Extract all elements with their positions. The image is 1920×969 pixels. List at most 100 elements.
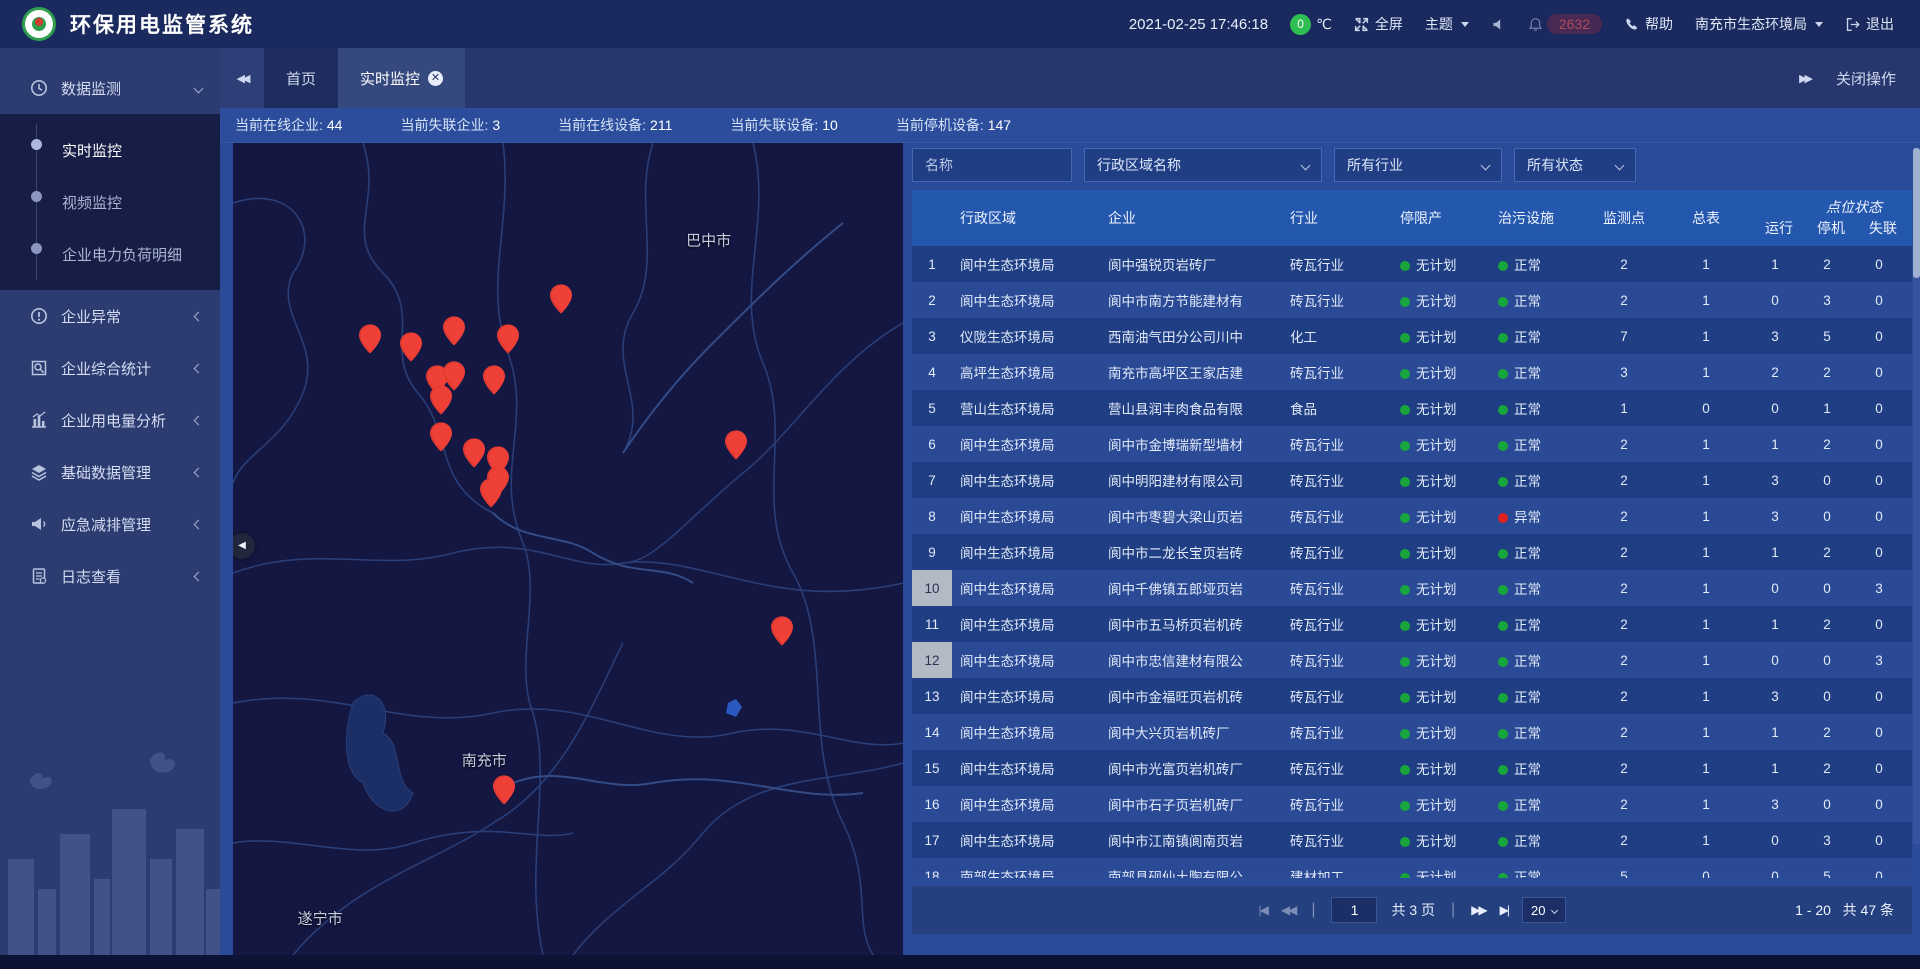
row-industry: 砖瓦行业	[1282, 434, 1392, 454]
sidebar-group[interactable]: 企业综合统计	[0, 342, 220, 394]
status-dot-green	[1400, 333, 1410, 343]
row-run: 0	[1748, 653, 1802, 668]
table-row[interactable]: 5 营山生态环境局 营山县润丰肉食品有限 食品 无计划 正常 1 0 0 1 0	[912, 390, 1912, 426]
tabs-scroll-left-button[interactable]: ◀◀	[220, 48, 264, 108]
map-pin-icon[interactable]	[430, 385, 452, 415]
row-run: 1	[1748, 437, 1802, 452]
row-lost: 0	[1852, 329, 1906, 344]
table-row[interactable]: 12 阆中生态环境局 阆中市忠信建材有限公 砖瓦行业 无计划 正常 2 1 0 …	[912, 642, 1912, 678]
sidebar-group[interactable]: 基础数据管理	[0, 446, 220, 498]
page-number-input[interactable]	[1331, 897, 1377, 923]
map-pin-icon[interactable]	[493, 775, 515, 805]
table-row[interactable]: 15 阆中生态环境局 阆中市光富页岩机砖厂 砖瓦行业 无计划 正常 2 1 1 …	[912, 750, 1912, 786]
last-page-button[interactable]: ▶|	[1500, 903, 1508, 917]
name-filter[interactable]	[912, 148, 1072, 182]
row-region: 阆中生态环境局	[952, 434, 1100, 454]
table-row[interactable]: 1 阆中生态环境局 阆中强锐页岩砖厂 砖瓦行业 无计划 正常 2 1 1 2 0	[912, 246, 1912, 282]
sidebar-group[interactable]: 企业异常	[0, 290, 220, 342]
scrollbar-thumb[interactable]	[1913, 148, 1920, 278]
table-row[interactable]: 7 阆中生态环境局 阆中明阳建材有限公司 砖瓦行业 无计划 正常 2 1 3 0…	[912, 462, 1912, 498]
row-stopped: 5	[1802, 869, 1852, 879]
table-row[interactable]: 6 阆中生态环境局 阆中市金博瑞新型墙材 砖瓦行业 无计划 正常 2 1 1 2…	[912, 426, 1912, 462]
row-stopped: 2	[1802, 437, 1852, 452]
table-row[interactable]: 4 高坪生态环境局 南充市高坪区王家店建 砖瓦行业 无计划 正常 3 1 2 2…	[912, 354, 1912, 390]
tab[interactable]: 首页 ✕	[264, 48, 338, 108]
status-dot-green	[1400, 729, 1410, 739]
tabs-scroll-right-button[interactable]: ▶▶	[1799, 72, 1810, 85]
table-row[interactable]: 9 阆中生态环境局 阆中市二龙长宝页岩砖 砖瓦行业 无计划 正常 2 1 1 2…	[912, 534, 1912, 570]
row-meter: 1	[1664, 293, 1748, 308]
sidebar-subitem[interactable]: 实时监控	[0, 124, 220, 176]
row-index: 12	[912, 642, 952, 678]
first-page-button[interactable]: |◀	[1258, 903, 1266, 917]
row-monitor: 2	[1584, 437, 1664, 452]
table-row[interactable]: 11 阆中生态环境局 阆中市五马桥页岩机砖 砖瓦行业 无计划 正常 2 1 1 …	[912, 606, 1912, 642]
page-size-select[interactable]: 20	[1522, 897, 1565, 923]
map-panel[interactable]: 巴中市南充市遂宁市 ◀	[233, 143, 903, 955]
map-pin-icon[interactable]	[725, 430, 747, 460]
notifications-button[interactable]: 2632	[1528, 14, 1602, 34]
status-dot	[1498, 333, 1508, 343]
table-row[interactable]: 16 阆中生态环境局 阆中市石子页岩机砖厂 砖瓦行业 无计划 正常 2 1 3 …	[912, 786, 1912, 822]
table-scrollbar[interactable]	[1913, 148, 1920, 844]
map-pin-icon[interactable]	[550, 284, 572, 314]
sidebar-subitem[interactable]: 企业电力负荷明细	[0, 228, 220, 280]
col-stop: 停限产	[1392, 190, 1490, 246]
map-pin-icon[interactable]	[483, 365, 505, 395]
chevron-down-icon	[1615, 160, 1625, 170]
map-pin-icon[interactable]	[771, 616, 793, 646]
prev-page-button[interactable]: ◀◀	[1281, 903, 1295, 917]
sidebar-group[interactable]: 企业用电量分析	[0, 394, 220, 446]
sidebar-group[interactable]: 应急减排管理	[0, 498, 220, 550]
row-index: 8	[912, 498, 952, 534]
theme-dropdown[interactable]: 主题	[1425, 14, 1469, 34]
sidebar-group[interactable]: 数据监测	[0, 62, 220, 114]
next-page-button[interactable]: ▶▶	[1471, 903, 1485, 917]
status-dot	[1498, 729, 1508, 739]
table-row[interactable]: 13 阆中生态环境局 阆中市金福旺页岩机砖 砖瓦行业 无计划 正常 2 1 3 …	[912, 678, 1912, 714]
map-pin-icon[interactable]	[480, 478, 502, 508]
row-company: 阆中明阳建材有限公司	[1100, 470, 1282, 490]
row-stop: 无计划	[1392, 686, 1490, 706]
tab-label: 实时监控	[360, 68, 420, 89]
map-pin-icon[interactable]	[497, 324, 519, 354]
filter-bar: 行政区域名称 所有行业 所有状态	[912, 148, 1912, 182]
chevron-icon	[194, 571, 204, 581]
table-row[interactable]: 10 阆中生态环境局 阆中千佛镇五郎垭页岩 砖瓦行业 无计划 正常 2 1 0 …	[912, 570, 1912, 606]
sidebar-group[interactable]: 日志查看	[0, 550, 220, 602]
map-pin-icon[interactable]	[443, 316, 465, 346]
map-pin-icon[interactable]	[463, 438, 485, 468]
name-filter-input[interactable]	[925, 157, 1059, 173]
map-pin-icon[interactable]	[430, 422, 452, 452]
map-pin-icon[interactable]	[359, 324, 381, 354]
status-filter-select[interactable]: 所有状态	[1514, 148, 1636, 182]
sidebar-group-label: 数据监测	[61, 78, 121, 99]
table-row[interactable]: 18 南部生态环境局 南部县砚仙土陶有限公 建材加工 无计划 正常 5 0 0 …	[912, 858, 1912, 878]
logout-button[interactable]: 退出	[1845, 14, 1894, 34]
mute-button[interactable]	[1491, 17, 1506, 32]
table-row[interactable]: 17 阆中生态环境局 阆中市江南镇阆南页岩 砖瓦行业 无计划 正常 2 1 0 …	[912, 822, 1912, 858]
org-dropdown[interactable]: 南充市生态环境局	[1695, 14, 1823, 34]
help-button[interactable]: 帮助	[1624, 14, 1673, 34]
tab[interactable]: 实时监控 ✕	[338, 48, 465, 108]
sidebar-subitem[interactable]: 视频监控	[0, 176, 220, 228]
fullscreen-button[interactable]: 全屏	[1354, 14, 1403, 34]
row-industry: 砖瓦行业	[1282, 686, 1392, 706]
tab-close-icon[interactable]: ✕	[428, 71, 443, 86]
industry-filter-select[interactable]: 所有行业	[1334, 148, 1502, 182]
region-filter-select[interactable]: 行政区域名称	[1084, 148, 1322, 182]
datetime-label: 2021-02-25 17:46:18	[1129, 16, 1268, 33]
table-row[interactable]: 2 阆中生态环境局 阆中市南方节能建材有 砖瓦行业 无计划 正常 2 1 0 3…	[912, 282, 1912, 318]
row-stopped: 1	[1802, 401, 1852, 416]
temperature-widget: 0 ℃	[1290, 14, 1332, 35]
table-row[interactable]: 8 阆中生态环境局 阆中市枣碧大梁山页岩 砖瓦行业 无计划 异常 2 1 3 0…	[912, 498, 1912, 534]
row-monitor: 2	[1584, 293, 1664, 308]
close-operations-button[interactable]: 关闭操作	[1836, 68, 1896, 89]
row-stop: 无计划	[1392, 758, 1490, 778]
row-lost: 0	[1852, 401, 1906, 416]
map-pin-icon[interactable]	[400, 332, 422, 362]
table-row[interactable]: 3 仪陇生态环境局 西南油气田分公司川中 化工 无计划 正常 7 1 3 5 0	[912, 318, 1912, 354]
table-row[interactable]: 14 阆中生态环境局 阆中大兴页岩机砖厂 砖瓦行业 无计划 正常 2 1 1 2…	[912, 714, 1912, 750]
row-treat: 正常	[1490, 866, 1584, 878]
row-region: 阆中生态环境局	[952, 470, 1100, 490]
